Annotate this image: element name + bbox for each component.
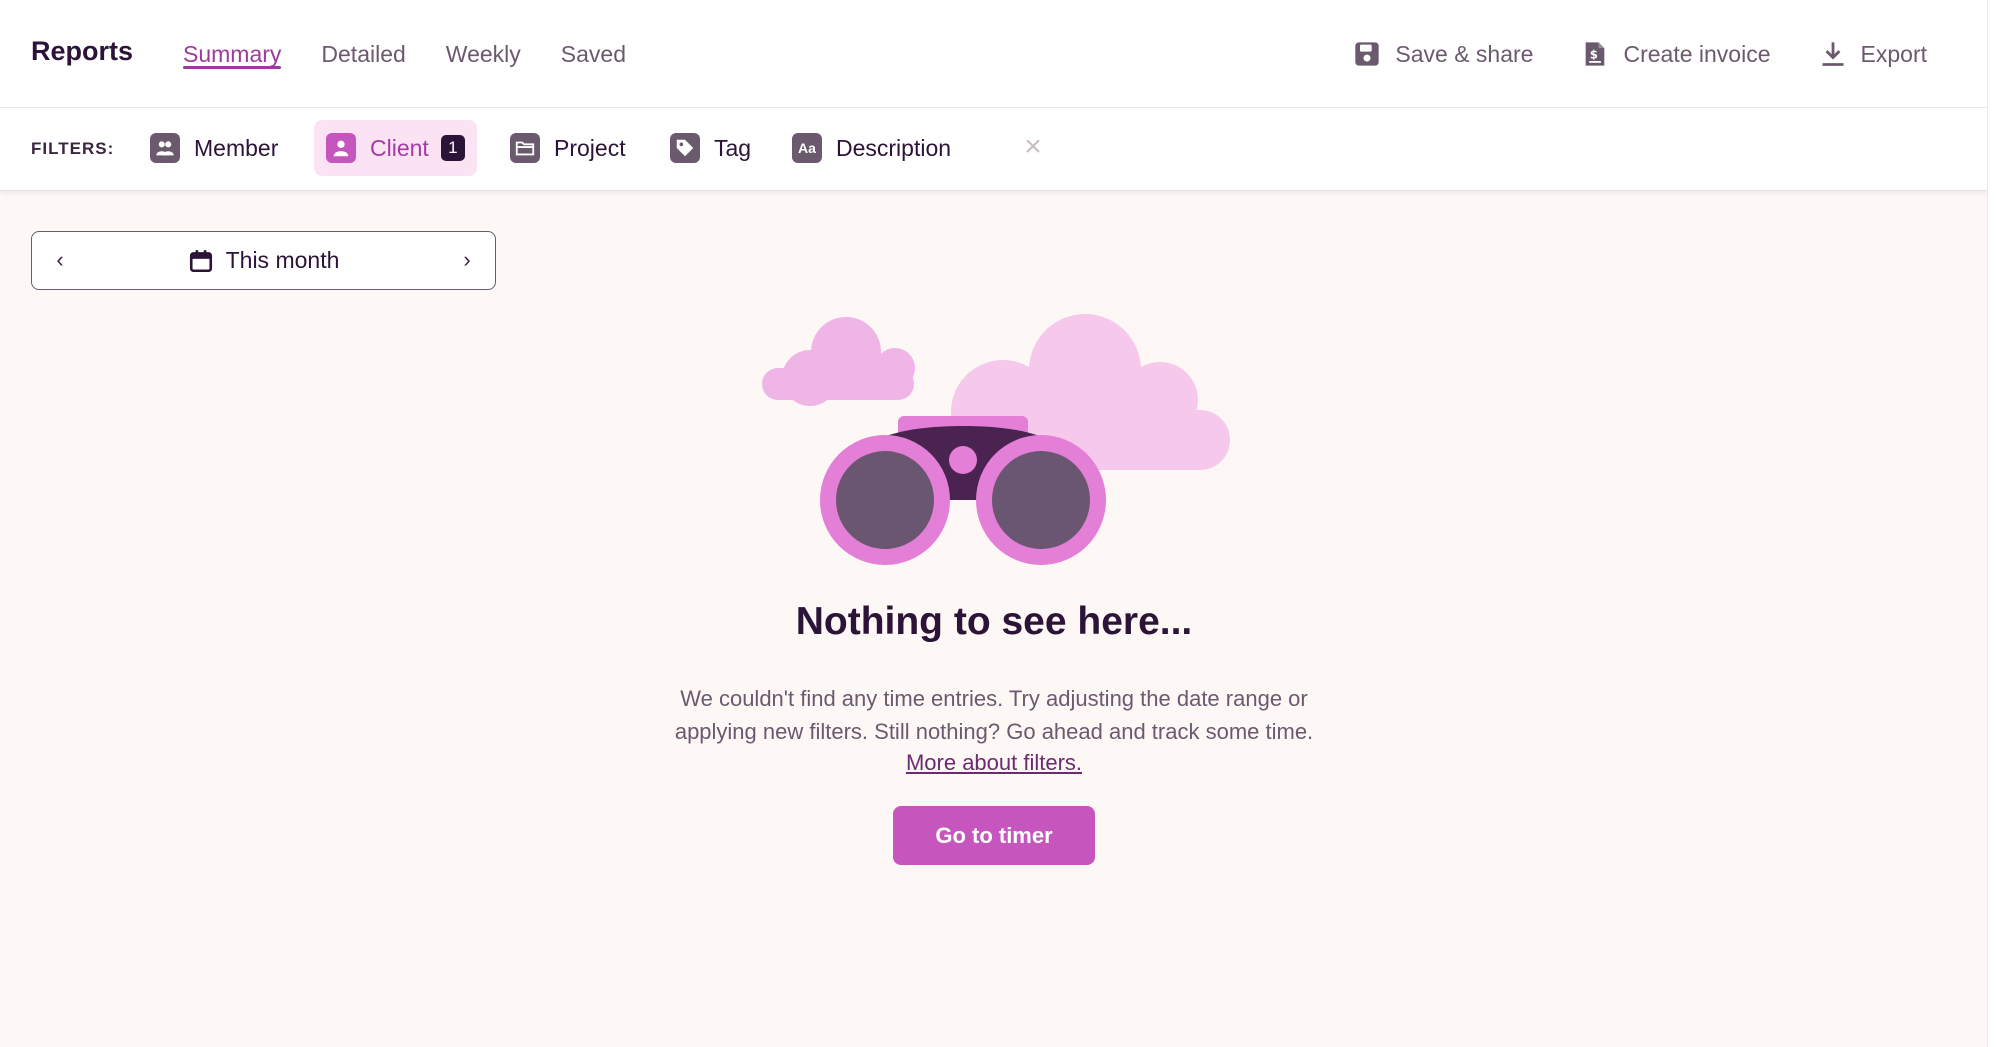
tab-saved[interactable]: Saved [561, 0, 626, 108]
filters-bar: FILTERS: Member Client 1 Project Tag Aa … [0, 108, 1987, 191]
svg-text:$: $ [1590, 48, 1598, 62]
empty-state-line-1: We couldn't find any time entries. Try a… [680, 686, 1308, 711]
empty-state-line-2: applying new filters. Still nothing? Go … [674, 719, 1314, 744]
binoculars-illustration [762, 314, 1230, 565]
filter-project[interactable]: Project [498, 120, 638, 176]
create-invoice-button[interactable]: $ Create invoice [1581, 40, 1771, 68]
cloud-left [762, 317, 915, 406]
tag-icon [670, 133, 700, 163]
save-share-label: Save & share [1395, 40, 1534, 67]
folder-icon [510, 133, 540, 163]
download-icon [1822, 42, 1844, 66]
reports-page: Reports Summary Detailed Weekly Saved Sa… [0, 0, 1999, 1047]
go-to-timer-button[interactable]: Go to timer [893, 806, 1095, 865]
date-range-label: This month [225, 247, 340, 273]
clear-filters-button[interactable]: × [1018, 132, 1048, 162]
filter-tag[interactable]: Tag [658, 120, 763, 176]
export-button[interactable]: Export [1819, 40, 1927, 68]
report-tabs: Summary Detailed Weekly Saved [183, 0, 666, 108]
empty-state-message: We couldn't find any time entries. Try a… [594, 682, 1394, 748]
create-invoice-label: Create invoice [1623, 40, 1771, 67]
page-title: Reports [31, 36, 134, 66]
tab-detailed[interactable]: Detailed [321, 0, 405, 108]
filter-description[interactable]: Aa Description [780, 120, 963, 176]
save-share-button[interactable]: Save & share [1353, 40, 1533, 68]
date-range-picker: ‹ This month › [31, 231, 496, 290]
filter-member-label: Member [194, 134, 279, 161]
filter-count-badge: 1 [440, 135, 465, 161]
date-range-button[interactable]: This month [188, 247, 340, 274]
members-icon [150, 133, 180, 163]
previous-period-button[interactable]: ‹ [32, 232, 88, 288]
filters-label: FILTERS: [31, 139, 115, 158]
filter-project-label: Project [554, 134, 626, 161]
empty-state-link-row: More about filters. [594, 748, 1394, 778]
top-header: Reports Summary Detailed Weekly Saved Sa… [0, 0, 1987, 108]
filter-description-label: Description [836, 134, 952, 161]
export-label: Export [1860, 40, 1927, 67]
filter-client-label: Client [370, 134, 429, 161]
tab-summary[interactable]: Summary [183, 0, 282, 108]
tab-weekly[interactable]: Weekly [446, 0, 521, 108]
right-edge-panel [1987, 0, 1999, 1047]
filter-tag-label: Tag [714, 134, 752, 161]
header-actions: Save & share $ Create invoice Export [1305, 0, 1927, 108]
filter-client[interactable]: Client 1 [314, 120, 477, 176]
client-icon [326, 133, 356, 163]
empty-state-title: Nothing to see here... [795, 600, 1193, 643]
save-icon [1355, 42, 1380, 66]
invoice-icon: $ [1586, 42, 1605, 66]
calendar-icon [189, 249, 212, 272]
description-icon: Aa [792, 133, 822, 163]
next-period-button[interactable]: › [439, 232, 495, 288]
filter-member[interactable]: Member [138, 120, 290, 176]
more-about-filters-link[interactable]: More about filters. [906, 750, 1082, 775]
